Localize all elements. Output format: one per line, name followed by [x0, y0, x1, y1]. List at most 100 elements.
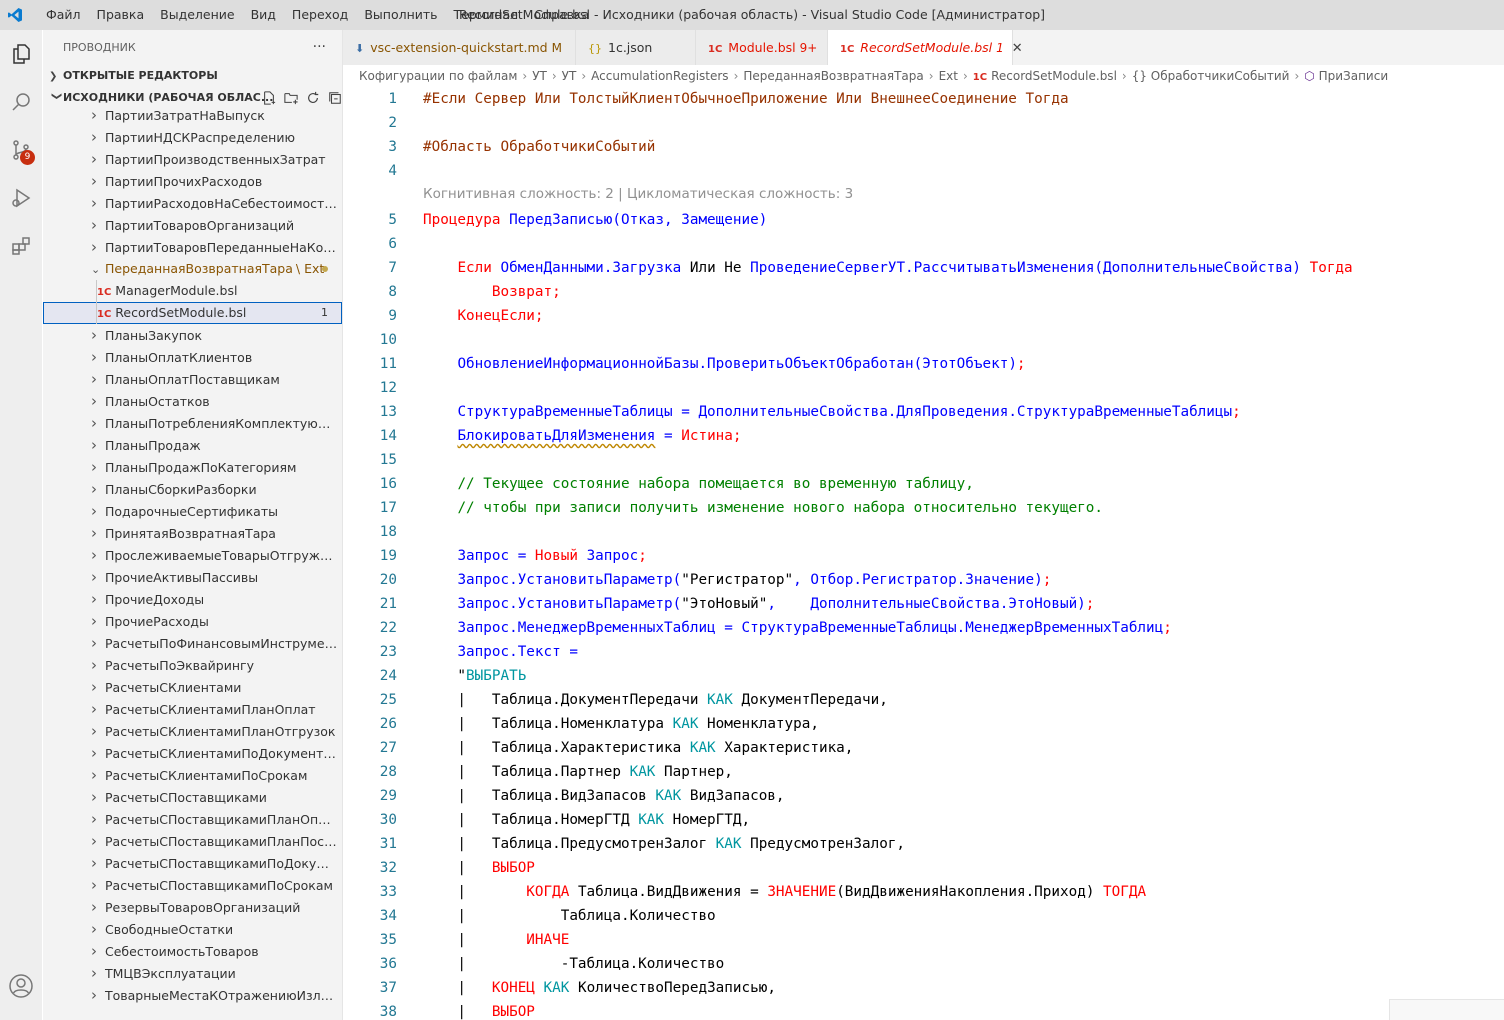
- tree-item[interactable]: › ПартииПроизводственныхЗатрат: [43, 148, 342, 170]
- code-line[interactable]: 24 "ВЫБРАТЬ: [343, 664, 1504, 688]
- menu-item[interactable]: Правка: [89, 0, 153, 30]
- code-line[interactable]: 19 Запрос = Новый Запрос;: [343, 544, 1504, 568]
- menu-item[interactable]: Выделение: [152, 0, 242, 30]
- code-line[interactable]: 3 #Область ОбработчикиСобытий: [343, 135, 1504, 159]
- tree-item[interactable]: › ПланыПродажПоКатегориям: [43, 456, 342, 478]
- code-line[interactable]: 17 // чтобы при записи получить изменени…: [343, 496, 1504, 520]
- code-line[interactable]: 38 | ВЫБОР: [343, 1000, 1504, 1020]
- code-line[interactable]: 13 СтруктураВременныеТаблицы = Дополните…: [343, 400, 1504, 424]
- tree-item[interactable]: › РасчетыПоФинансовымИнструментам: [43, 632, 342, 654]
- tree-item[interactable]: › ПартииРасходовНаСебестоимостьТо...: [43, 192, 342, 214]
- code-line[interactable]: 33 | КОГДА Таблица.ВидДвижения = ЗНАЧЕНИ…: [343, 880, 1504, 904]
- tree-item[interactable]: › ПартииЗатратНаВыпуск: [43, 104, 342, 126]
- tree-item[interactable]: 1С ManagerModule.bsl: [43, 280, 342, 302]
- code-line[interactable]: 4: [343, 159, 1504, 183]
- menu-item[interactable]: Переход: [284, 0, 356, 30]
- code-line[interactable]: 23 Запрос.Текст =: [343, 640, 1504, 664]
- tree-item[interactable]: › РасчетыСКлиентамиПланОтгрузок: [43, 720, 342, 742]
- code-line[interactable]: 15: [343, 448, 1504, 472]
- breadcrumb-item[interactable]: {} ОбработчикиСобытий: [1132, 69, 1290, 83]
- tree-item[interactable]: › ПрочиеАктивыПассивы: [43, 566, 342, 588]
- tree-item[interactable]: › ПартииПрочихРасходов: [43, 170, 342, 192]
- code-line[interactable]: 9 КонецЕсли;: [343, 304, 1504, 328]
- breadcrumb-item[interactable]: Ext: [939, 69, 958, 83]
- breadcrumb-item[interactable]: ПриЗаписи: [1319, 69, 1389, 83]
- account-icon[interactable]: [0, 966, 42, 1006]
- close-icon[interactable]: ✕: [1012, 41, 1023, 56]
- breadcrumb-item[interactable]: УТ: [562, 69, 577, 83]
- code-line[interactable]: 18: [343, 520, 1504, 544]
- breadcrumb-item[interactable]: RecordSetModule.bsl: [991, 69, 1117, 83]
- menu-item[interactable]: Вид: [243, 0, 284, 30]
- tree-item[interactable]: ⌄ ПереданнаяВозвратнаяТара \ Ext: [43, 258, 342, 280]
- code-line[interactable]: 32 | ВЫБОР: [343, 856, 1504, 880]
- run-debug-icon[interactable]: [0, 178, 42, 218]
- code-line[interactable]: 36 | -Таблица.Количество: [343, 952, 1504, 976]
- code-line[interactable]: 37 | КОНЕЦ КАК КоличествоПередЗаписью,: [343, 976, 1504, 1000]
- tree-item[interactable]: › РасчетыСПоставщиками: [43, 786, 342, 808]
- breadcrumb-item[interactable]: УТ: [532, 69, 547, 83]
- code-line[interactable]: 29 | Таблица.ВидЗапасов КАК ВидЗапасов,: [343, 784, 1504, 808]
- code-line[interactable]: 7 Если ОбменДанными.Загрузка Или Не Пров…: [343, 256, 1504, 280]
- tree-item[interactable]: › РасчетыПоЭквайрингу: [43, 654, 342, 676]
- code-line[interactable]: 27 | Таблица.Характеристика КАК Характер…: [343, 736, 1504, 760]
- tree-item[interactable]: › ПодарочныеСертификаты: [43, 500, 342, 522]
- code-line[interactable]: 12: [343, 376, 1504, 400]
- tree-item[interactable]: 1С RecordSetModule.bsl 1: [43, 302, 342, 324]
- editor-tab[interactable]: {} 1c.json: [576, 30, 696, 65]
- code-line[interactable]: 8 Возврат;: [343, 280, 1504, 304]
- explorer-icon[interactable]: [0, 34, 42, 74]
- breadcrumb-item[interactable]: Кофигурации по файлам: [359, 69, 517, 83]
- tree-item[interactable]: › ТМЦВЭксплуатации: [43, 962, 342, 984]
- more-actions-icon[interactable]: ···: [313, 30, 326, 65]
- editor-tab[interactable]: 1С RecordSetModule.bsl 1 ✕: [828, 30, 1023, 65]
- code-line[interactable]: 2: [343, 111, 1504, 135]
- tree-item[interactable]: › ПланыСборкиРазборки: [43, 478, 342, 500]
- breadcrumb-item[interactable]: AccumulationRegisters: [591, 69, 728, 83]
- tree-item[interactable]: › РасчетыСКлиентамиПланОплат: [43, 698, 342, 720]
- menu-item[interactable]: Файл: [38, 0, 89, 30]
- code-line[interactable]: 26 | Таблица.Номенклатура КАК Номенклату…: [343, 712, 1504, 736]
- tree-item[interactable]: › ПланыПродаж: [43, 434, 342, 456]
- tree-item[interactable]: › РасчетыСПоставщикамиПоСрокам: [43, 874, 342, 896]
- tree-item[interactable]: › ТоварныеМестаКОтражениюИзлишк...: [43, 984, 342, 1006]
- complexity-codelens[interactable]: Когнитивная сложность: 2 | Цикломатическ…: [423, 183, 853, 205]
- menu-item[interactable]: Справка: [526, 0, 597, 30]
- code-line[interactable]: 28 | Таблица.Партнер КАК Партнер,: [343, 760, 1504, 784]
- code-line[interactable]: 35 | ИНАЧЕ: [343, 928, 1504, 952]
- tree-item[interactable]: › ПартииНДСКРаспределению: [43, 126, 342, 148]
- tree-item[interactable]: › РасчетыСКлиентамиПоДокументам: [43, 742, 342, 764]
- tree-item[interactable]: › ПланыОплатПоставщикам: [43, 368, 342, 390]
- code-line[interactable]: 10: [343, 328, 1504, 352]
- tree-item[interactable]: › ПрослеживаемыеТоварыОтгруженн...: [43, 544, 342, 566]
- code-line[interactable]: 21 Запрос.УстановитьПараметр("ЭтоНовый",…: [343, 592, 1504, 616]
- tree-item[interactable]: › ПланыОстатков: [43, 390, 342, 412]
- editor-tab[interactable]: 1С Module.bsl 9+: [696, 30, 828, 65]
- tree-item[interactable]: › ПрочиеРасходы: [43, 610, 342, 632]
- search-icon[interactable]: [0, 82, 42, 122]
- code-line[interactable]: 22 Запрос.МенеджерВременныхТаблиц = Стру…: [343, 616, 1504, 640]
- code-line[interactable]: 34 | Таблица.Количество: [343, 904, 1504, 928]
- tree-item[interactable]: › СебестоимостьТоваров: [43, 940, 342, 962]
- code-line[interactable]: 20 Запрос.УстановитьПараметр("Регистрато…: [343, 568, 1504, 592]
- code-line[interactable]: 31 | Таблица.ПредусмотренЗалог КАК Преду…: [343, 832, 1504, 856]
- code-line[interactable]: 30 | Таблица.НомерГТД КАК НомерГТД,: [343, 808, 1504, 832]
- code-line[interactable]: 1 #Если Сервер Или ТолстыйКлиентОбычноеПр…: [343, 87, 1504, 111]
- editor-tab[interactable]: ⬇ vsc-extension-quickstart.md M: [343, 30, 576, 65]
- open-editors-section[interactable]: ❯ ОТКРЫТЫЕ РЕДАКТОРЫ: [43, 65, 342, 87]
- breadcrumb-item[interactable]: ПереданнаяВозвратнаяТара: [743, 69, 923, 83]
- code-line[interactable]: 25 | Таблица.ДокументПередачи КАК Докуме…: [343, 688, 1504, 712]
- tree-item[interactable]: › ПартииТоваровОрганизаций: [43, 214, 342, 236]
- source-control-icon[interactable]: [0, 130, 42, 170]
- code-editor[interactable]: Когнитивная сложность: 2 | Цикломатическ…: [343, 87, 1504, 1020]
- code-line[interactable]: 11 ОбновлениеИнформационнойБазы.Проверит…: [343, 352, 1504, 376]
- extensions-icon[interactable]: [0, 226, 42, 266]
- tree-item[interactable]: › ПланыПотребленияКомплектующих: [43, 412, 342, 434]
- tree-item[interactable]: › ПрочиеДоходы: [43, 588, 342, 610]
- tree-item[interactable]: › РасчетыСПоставщикамиПоДокумент...: [43, 852, 342, 874]
- tree-item[interactable]: › ПланыЗакупок: [43, 324, 342, 346]
- code-line[interactable]: 16 // Текущее состояние набора помещаетс…: [343, 472, 1504, 496]
- tree-item[interactable]: › ПланыОплатКлиентов: [43, 346, 342, 368]
- tree-item[interactable]: › РезервыТоваровОрганизаций: [43, 896, 342, 918]
- tree-item[interactable]: › СвободныеОстатки: [43, 918, 342, 940]
